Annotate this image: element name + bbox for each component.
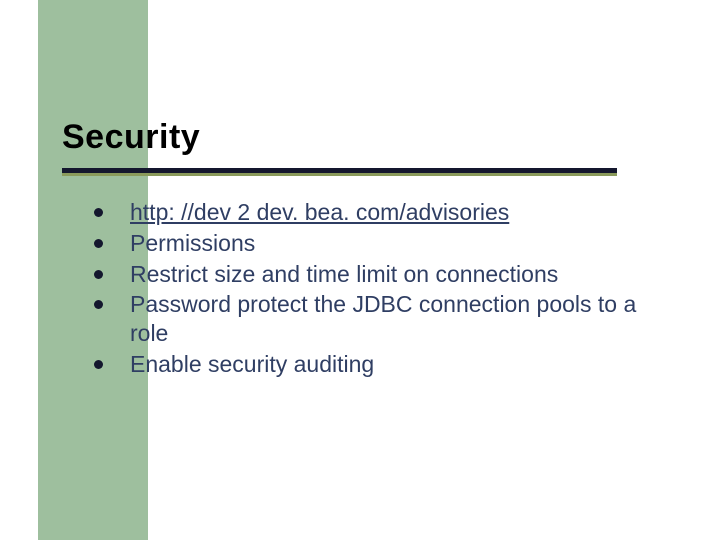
list-item: Enable security auditing bbox=[84, 350, 660, 379]
list-item: Permissions bbox=[84, 229, 660, 258]
slide-title: Security bbox=[62, 118, 200, 157]
bullet-list: http: //dev 2 dev. bea. com/advisories P… bbox=[84, 198, 660, 381]
title-underline-olive bbox=[62, 173, 617, 176]
bullet-text: Permissions bbox=[130, 230, 255, 256]
list-item: http: //dev 2 dev. bea. com/advisories bbox=[84, 198, 660, 227]
list-item: Password protect the JDBC connection poo… bbox=[84, 290, 660, 348]
slide: Security http: //dev 2 dev. bea. com/adv… bbox=[0, 0, 720, 540]
list-item: Restrict size and time limit on connecti… bbox=[84, 260, 660, 289]
bullet-text: Restrict size and time limit on connecti… bbox=[130, 261, 558, 287]
bullet-link[interactable]: http: //dev 2 dev. bea. com/advisories bbox=[130, 199, 509, 225]
bullet-text: Enable security auditing bbox=[130, 351, 374, 377]
bullet-text: Password protect the JDBC connection poo… bbox=[130, 291, 636, 346]
